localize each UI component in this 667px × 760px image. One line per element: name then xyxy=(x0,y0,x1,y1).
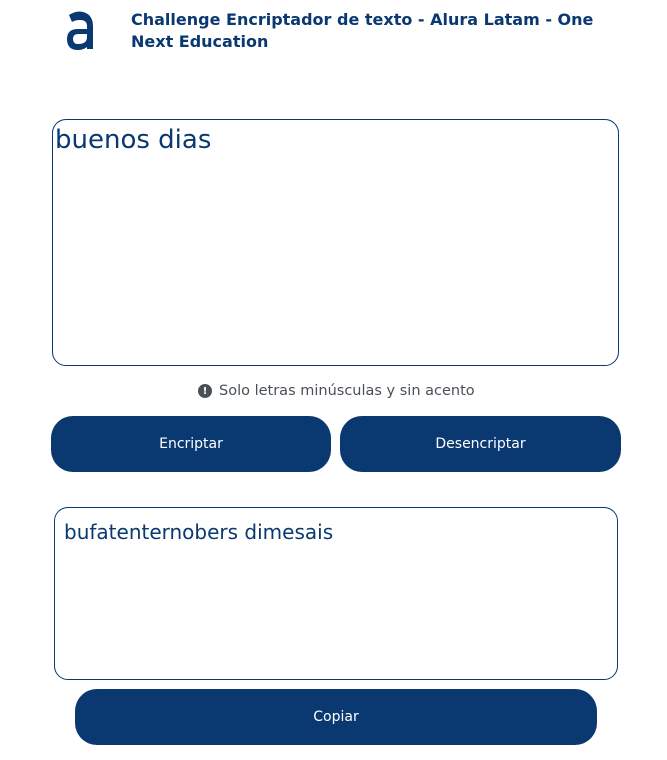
page-title: Challenge Encriptador de texto - Alura L… xyxy=(131,10,594,51)
input-text-area[interactable]: buenos dias xyxy=(52,119,619,366)
input-hint: ! Solo letras minúsculas y sin acento xyxy=(198,380,475,402)
encrypt-button[interactable]: Encriptar xyxy=(51,416,331,472)
hint-text: Solo letras minúsculas y sin acento xyxy=(219,383,475,399)
decrypt-button[interactable]: Desencriptar xyxy=(340,416,621,472)
exclamation-circle-icon: ! xyxy=(198,384,212,398)
output-text-area[interactable]: bufatenternobers dimesais xyxy=(54,507,618,680)
alura-logo-icon xyxy=(67,11,93,50)
copy-button[interactable]: Copiar xyxy=(75,689,597,745)
